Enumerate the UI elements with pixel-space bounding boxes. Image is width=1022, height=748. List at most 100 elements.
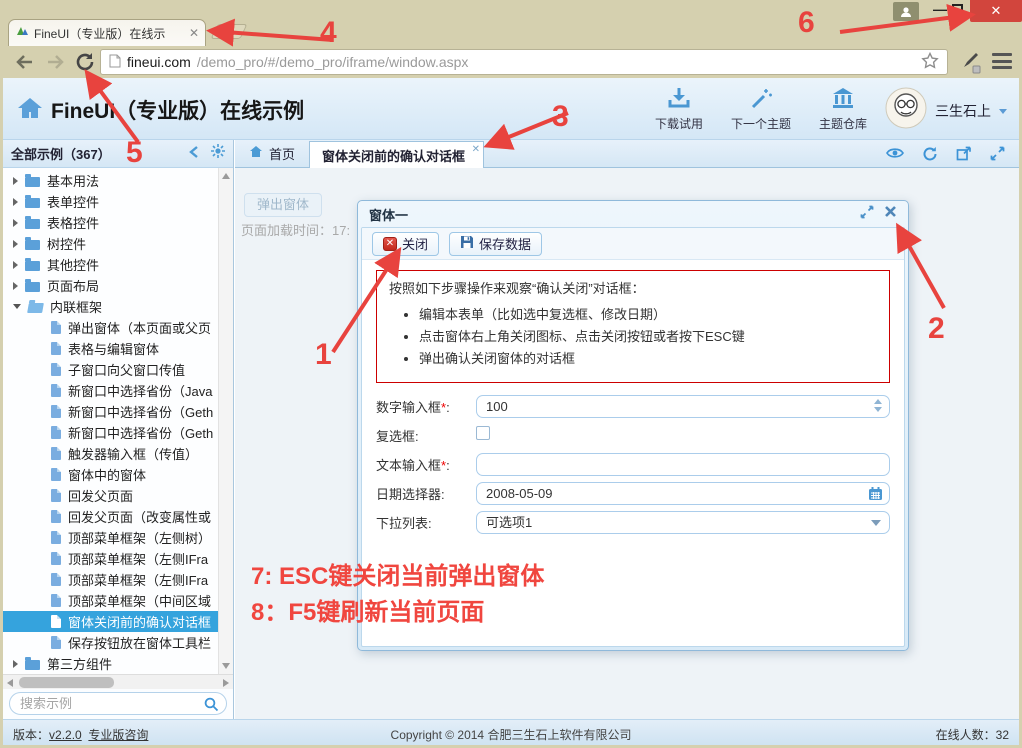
- sidebar-item-label: 窗体关闭前的确认对话框: [68, 612, 211, 631]
- expand-arrow-icon[interactable]: [13, 261, 18, 269]
- expand-arrow-icon[interactable]: [13, 219, 18, 227]
- sidebar-item-form[interactable]: 表单控件: [3, 191, 218, 212]
- sidebar-item-child-to-parent[interactable]: 子窗口向父窗口传值: [3, 359, 218, 380]
- window-close-button[interactable]: ✕: [970, 0, 1022, 22]
- expand-arrow-icon[interactable]: [13, 198, 18, 206]
- file-icon: [51, 531, 61, 544]
- download-trial-button[interactable]: 下载试用: [655, 87, 703, 132]
- sidebar-item-basic[interactable]: 基本用法: [3, 170, 218, 191]
- dialog-titlebar[interactable]: 窗体一: [361, 201, 905, 227]
- scroll-up-icon[interactable]: [222, 173, 230, 179]
- source-view-eye-icon[interactable]: [886, 146, 904, 166]
- header-actions: 下载试用 下一个主题 主题仓库: [655, 87, 867, 132]
- window-minimize-button[interactable]: —: [930, 2, 950, 18]
- vertical-scrollbar[interactable]: [218, 168, 233, 674]
- close-button[interactable]: ✕ 关闭: [372, 232, 439, 256]
- new-tab-button[interactable]: [211, 24, 248, 39]
- back-icon[interactable]: [14, 51, 36, 73]
- checkbox-input[interactable]: [476, 426, 490, 440]
- dropdown-select[interactable]: 可选项1: [476, 511, 890, 534]
- sidebar-item-confirm-close-dialog[interactable]: 窗体关闭前的确认对话框: [3, 611, 218, 632]
- sidebar-item-top-menu-center[interactable]: 顶部菜单框架（中间区域: [3, 590, 218, 611]
- home-icon[interactable]: [17, 96, 43, 125]
- sidebar-item-iframe[interactable]: 内联框架: [3, 296, 218, 317]
- browser-chrome: FineUI（专业版）在线示 ✕ — ✕ fineui.com/demo_pro…: [0, 0, 1022, 78]
- file-icon: [51, 363, 61, 376]
- dialog-title: 窗体一: [369, 205, 850, 224]
- theme-store-button[interactable]: 主题仓库: [819, 87, 867, 132]
- horizontal-scrollbar[interactable]: [3, 674, 233, 689]
- sidebar-item-window-in-window[interactable]: 窗体中的窗体: [3, 464, 218, 485]
- scroll-right-icon[interactable]: [223, 679, 229, 687]
- sidebar-item-layout[interactable]: 页面布局: [3, 275, 218, 296]
- popup-window-button[interactable]: 弹出窗体: [244, 193, 322, 217]
- user-menu[interactable]: 三生石上: [885, 87, 1007, 134]
- next-theme-button[interactable]: 下一个主题: [731, 87, 791, 132]
- scroll-down-icon[interactable]: [222, 663, 230, 669]
- sidebar-item-top-menu-iframe-2[interactable]: 顶部菜单框架（左侧IFra: [3, 569, 218, 590]
- sidebar-item-select-province-2[interactable]: 新窗口中选择省份（Geth: [3, 401, 218, 422]
- forward-icon[interactable]: [44, 51, 66, 73]
- expand-arrow-icon[interactable]: [13, 240, 18, 248]
- number-input[interactable]: [476, 395, 890, 418]
- gear-icon[interactable]: [211, 144, 225, 163]
- sidebar-item-grid[interactable]: 表格控件: [3, 212, 218, 233]
- sidebar-item-label: 树控件: [47, 234, 86, 253]
- collapse-panel-icon[interactable]: [189, 145, 199, 163]
- site-header: FineUI（专业版）在线示例 下载试用 下一个主题 主题仓库 三生石上: [3, 78, 1019, 140]
- tab-close-icon[interactable]: ✕: [472, 144, 480, 155]
- file-icon: [51, 510, 61, 523]
- search-input[interactable]: [9, 692, 227, 715]
- url-bar[interactable]: fineui.com/demo_pro/#/demo_pro/iframe/wi…: [100, 49, 948, 75]
- window-maximize-button[interactable]: [952, 4, 963, 13]
- fullscreen-icon[interactable]: [990, 146, 1005, 166]
- dialog-maximize-icon[interactable]: [860, 205, 874, 224]
- sidebar-item-top-menu-tree[interactable]: 顶部菜单框架（左侧树）: [3, 527, 218, 548]
- sidebar-item-top-menu-iframe-1[interactable]: 顶部菜单框架（左侧IFra: [3, 548, 218, 569]
- sidebar-item-postback-parent[interactable]: 回发父页面: [3, 485, 218, 506]
- tab-confirm-close-dialog[interactable]: 窗体关闭前的确认对话框 ✕: [309, 141, 484, 168]
- sidebar-item-label: 新窗口中选择省份（Java: [68, 381, 212, 400]
- text-input[interactable]: [476, 453, 890, 476]
- sidebar-item-grid-edit-window[interactable]: 表格与编辑窗体: [3, 338, 218, 359]
- sidebar-item-other[interactable]: 其他控件: [3, 254, 218, 275]
- sidebar-item-tree[interactable]: 树控件: [3, 233, 218, 254]
- collapse-arrow-icon[interactable]: [13, 304, 21, 309]
- sidebar-item-select-province-3[interactable]: 新窗口中选择省份（Geth: [3, 422, 218, 443]
- close-x-icon: ✕: [383, 237, 397, 251]
- reload-icon[interactable]: [74, 51, 96, 73]
- sidebar-item-label: 回发父页面（改变属性或: [68, 507, 211, 526]
- profile-icon[interactable]: [893, 2, 919, 21]
- tab-home[interactable]: 首页: [235, 139, 309, 167]
- search-icon[interactable]: [204, 697, 219, 717]
- expand-arrow-icon[interactable]: [13, 177, 18, 185]
- expand-arrow-icon[interactable]: [13, 282, 18, 290]
- save-data-button[interactable]: 保存数据: [449, 232, 542, 256]
- extension-dropper-icon[interactable]: [956, 49, 982, 75]
- sidebar-item-popup-window[interactable]: 弹出窗体（本页面或父页: [3, 317, 218, 338]
- bookmark-star-icon[interactable]: [921, 52, 939, 73]
- sidebar-item-third-party[interactable]: 第三方组件: [3, 653, 218, 674]
- dropdown-arrow-icon[interactable]: [871, 520, 881, 526]
- calendar-icon[interactable]: [868, 486, 883, 506]
- scrollbar-thumb[interactable]: [19, 677, 114, 688]
- scroll-left-icon[interactable]: [7, 679, 13, 687]
- sidebar-item-label: 第三方组件: [47, 654, 112, 673]
- instruction-item: 编辑本表单（比如选中复选框、修改日期）: [419, 305, 877, 325]
- tab-close-icon[interactable]: ✕: [189, 26, 199, 40]
- online-count: 在线人数：32: [936, 726, 1009, 743]
- dialog-close-icon[interactable]: [884, 205, 897, 223]
- browser-tab[interactable]: FineUI（专业版）在线示 ✕: [8, 19, 206, 46]
- menu-icon[interactable]: [992, 53, 1012, 69]
- sidebar-item-trigger-input[interactable]: 触发器输入框（传值）: [3, 443, 218, 464]
- sidebar-item-save-button-toolbar[interactable]: 保存按钮放在窗体工具栏: [3, 632, 218, 653]
- open-new-window-icon[interactable]: [956, 146, 972, 166]
- expand-arrow-icon[interactable]: [13, 660, 18, 668]
- spinner-icons[interactable]: [874, 399, 882, 412]
- refresh-icon[interactable]: [922, 146, 938, 166]
- sidebar-item-postback-parent-2[interactable]: 回发父页面（改变属性或: [3, 506, 218, 527]
- select-field-label: 下拉列表:: [376, 513, 476, 532]
- date-input[interactable]: [476, 482, 890, 505]
- sidebar-item-select-province-1[interactable]: 新窗口中选择省份（Java: [3, 380, 218, 401]
- instructions-title: 按照如下步骤操作来观察“确认关闭”对话框：: [389, 279, 877, 299]
